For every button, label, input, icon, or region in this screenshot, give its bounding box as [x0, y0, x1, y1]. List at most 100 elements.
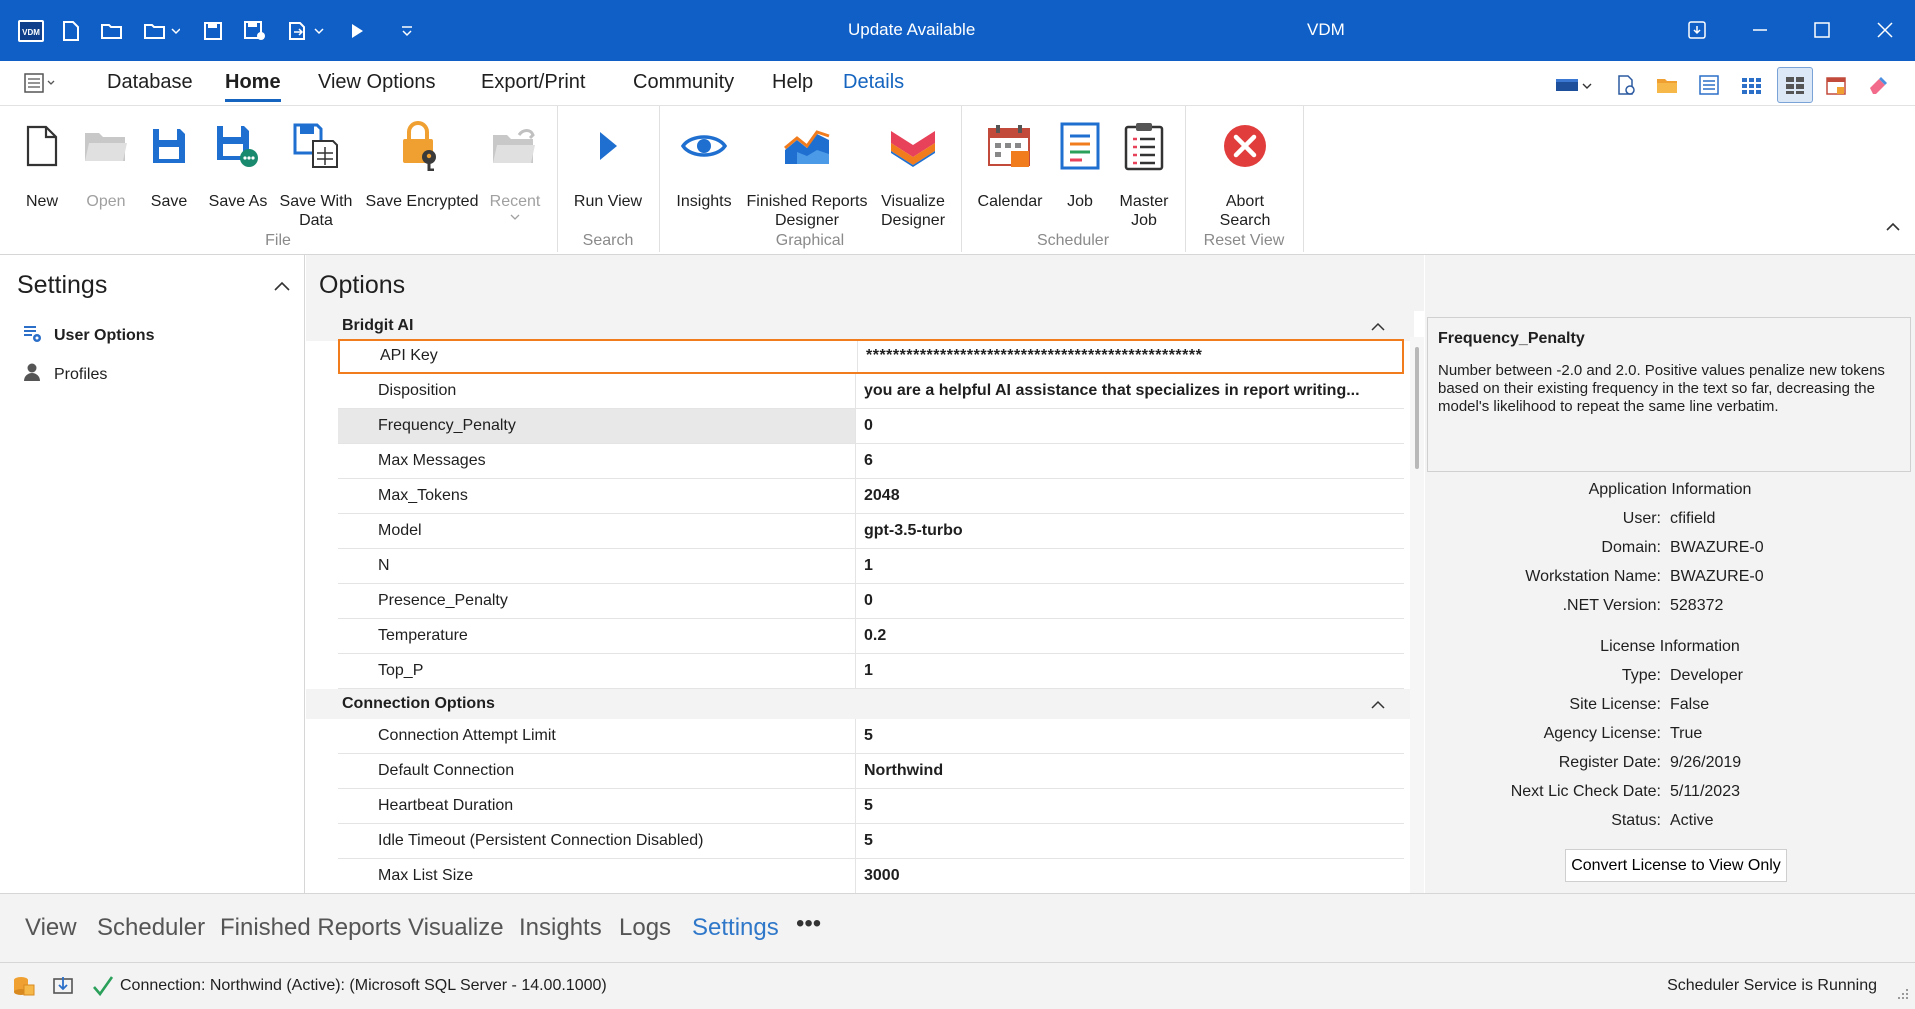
- property-value[interactable]: 0: [857, 409, 1404, 443]
- save-as-button[interactable]: Save As: [206, 114, 270, 230]
- tile-view-icon[interactable]: [1777, 67, 1813, 103]
- table-row[interactable]: Top_P 1: [338, 654, 1404, 689]
- property-value[interactable]: 3000: [857, 859, 1404, 893]
- convert-license-button[interactable]: Convert License to View Only: [1565, 849, 1787, 882]
- table-row[interactable]: Max Messages 6: [338, 444, 1404, 479]
- category-connection-options[interactable]: Connection Options: [306, 689, 1414, 719]
- nav-visualize[interactable]: Visualize: [408, 914, 504, 942]
- property-value[interactable]: 5: [857, 824, 1404, 858]
- vertical-scrollbar[interactable]: [1410, 337, 1424, 893]
- theme-color-dropdown-icon[interactable]: [1552, 69, 1596, 101]
- folder-icon[interactable]: [1651, 69, 1683, 101]
- chevron-up-icon[interactable]: [1370, 319, 1386, 337]
- open-button[interactable]: Open: [80, 114, 132, 230]
- nav-view[interactable]: View: [25, 914, 77, 942]
- customize-toolbar-icon[interactable]: [394, 14, 420, 48]
- save-with-data-button[interactable]: Save With Data: [278, 114, 354, 230]
- tab-details[interactable]: Details: [843, 71, 904, 94]
- chevron-up-icon[interactable]: [1370, 697, 1386, 715]
- maximize-icon[interactable]: [1799, 10, 1845, 50]
- table-row[interactable]: Max List Size 3000: [338, 859, 1404, 893]
- resize-grip-icon[interactable]: [1897, 987, 1909, 1005]
- tab-community[interactable]: Community: [633, 71, 734, 94]
- new-button[interactable]: New: [14, 114, 70, 230]
- tab-view-options[interactable]: View Options: [318, 71, 435, 94]
- close-icon[interactable]: [1862, 10, 1908, 50]
- minimize-icon[interactable]: [1737, 10, 1783, 50]
- table-row[interactable]: Connection Attempt Limit 5: [338, 719, 1404, 754]
- open-folder-icon[interactable]: [96, 14, 128, 48]
- property-value[interactable]: 0.2: [857, 619, 1404, 653]
- table-row[interactable]: N 1: [338, 549, 1404, 584]
- property-value[interactable]: 0: [857, 584, 1404, 618]
- visualize-designer-button[interactable]: Visualize Designer: [876, 114, 950, 230]
- nav-more-icon[interactable]: •••: [796, 910, 821, 938]
- table-row[interactable]: Default Connection Northwind: [338, 754, 1404, 789]
- table-row[interactable]: Temperature 0.2: [338, 619, 1404, 654]
- property-value[interactable]: 1: [857, 654, 1404, 688]
- job-button[interactable]: Job: [1056, 114, 1104, 230]
- property-value[interactable]: Northwind: [857, 754, 1404, 788]
- scrollbar-thumb[interactable]: [1415, 347, 1419, 469]
- property-value[interactable]: 5: [857, 719, 1404, 753]
- database-icon[interactable]: [12, 975, 36, 1002]
- collapse-ribbon-icon[interactable]: [1885, 220, 1901, 238]
- property-value[interactable]: 2048: [857, 479, 1404, 513]
- save-encrypted-button[interactable]: Save Encrypted: [364, 114, 480, 230]
- save-as-icon[interactable]: [240, 14, 270, 48]
- tab-help[interactable]: Help: [772, 71, 813, 94]
- table-row[interactable]: Idle Timeout (Persistent Connection Disa…: [338, 824, 1404, 859]
- finished-reports-designer-button[interactable]: Finished Reports Designer: [744, 114, 870, 230]
- property-value[interactable]: you are a helpful AI assistance that spe…: [857, 374, 1404, 408]
- master-job-button[interactable]: Master Job: [1112, 114, 1176, 230]
- page-settings-icon[interactable]: [1610, 69, 1642, 101]
- restore-panel-icon[interactable]: [1674, 10, 1720, 50]
- abort-icon: [1217, 118, 1273, 174]
- nav-finished-reports[interactable]: Finished Reports: [220, 914, 401, 942]
- grid-view-icon[interactable]: [1735, 69, 1767, 101]
- table-row[interactable]: Presence_Penalty 0: [338, 584, 1404, 619]
- calendar-button[interactable]: Calendar: [974, 114, 1046, 230]
- abort-search-button[interactable]: Abort Search: [1208, 114, 1282, 230]
- nav-logs[interactable]: Logs: [619, 914, 671, 942]
- open-recent-dropdown-icon[interactable]: [140, 14, 184, 48]
- insights-button[interactable]: Insights: [672, 114, 736, 230]
- nav-insights[interactable]: Insights: [519, 914, 602, 942]
- save-icon[interactable]: [198, 14, 228, 48]
- settings-collapse-icon[interactable]: [273, 279, 291, 297]
- category-bridgit-ai[interactable]: Bridgit AI: [306, 311, 1414, 341]
- table-row[interactable]: Frequency_Penalty 0: [338, 409, 1404, 444]
- tab-export-print[interactable]: Export/Print: [481, 71, 585, 94]
- run-icon[interactable]: [344, 14, 370, 48]
- list-view-icon[interactable]: [1693, 69, 1725, 101]
- table-row[interactable]: API Key ********************************…: [338, 339, 1404, 374]
- settings-item-profiles[interactable]: Profiles: [22, 362, 107, 387]
- export-dropdown-icon[interactable]: [284, 14, 328, 48]
- table-row[interactable]: Model gpt-3.5-turbo: [338, 514, 1404, 549]
- run-view-button[interactable]: Run View: [570, 114, 646, 230]
- table-row[interactable]: Max_Tokens 2048: [338, 479, 1404, 514]
- tab-database[interactable]: Database: [107, 71, 193, 94]
- eraser-icon[interactable]: [1862, 69, 1894, 101]
- update-available-text[interactable]: Update Available: [848, 20, 975, 40]
- app-menu-icon[interactable]: [22, 71, 58, 100]
- property-value[interactable]: ****************************************…: [859, 341, 1406, 372]
- table-row[interactable]: Disposition you are a helpful AI assista…: [338, 374, 1404, 409]
- visualize-chart-icon: [885, 118, 941, 174]
- recent-button[interactable]: Recent: [489, 114, 541, 230]
- tab-home[interactable]: Home: [225, 71, 281, 102]
- property-value[interactable]: 5: [857, 789, 1404, 823]
- table-row[interactable]: Heartbeat Duration 5: [338, 789, 1404, 824]
- settings-item-user-options[interactable]: User Options: [22, 323, 154, 348]
- property-value[interactable]: 6: [857, 444, 1404, 478]
- save-disk-icon: [141, 118, 197, 174]
- property-value[interactable]: 1: [857, 549, 1404, 583]
- save-button[interactable]: Save: [143, 114, 195, 230]
- download-folder-icon[interactable]: [52, 975, 76, 1002]
- new-file-icon[interactable]: [56, 14, 86, 48]
- calendar-small-icon[interactable]: [1820, 69, 1852, 101]
- checkmark-icon: [91, 975, 115, 1002]
- nav-scheduler[interactable]: Scheduler: [97, 914, 205, 942]
- nav-settings[interactable]: Settings: [692, 914, 779, 942]
- property-value[interactable]: gpt-3.5-turbo: [857, 514, 1404, 548]
